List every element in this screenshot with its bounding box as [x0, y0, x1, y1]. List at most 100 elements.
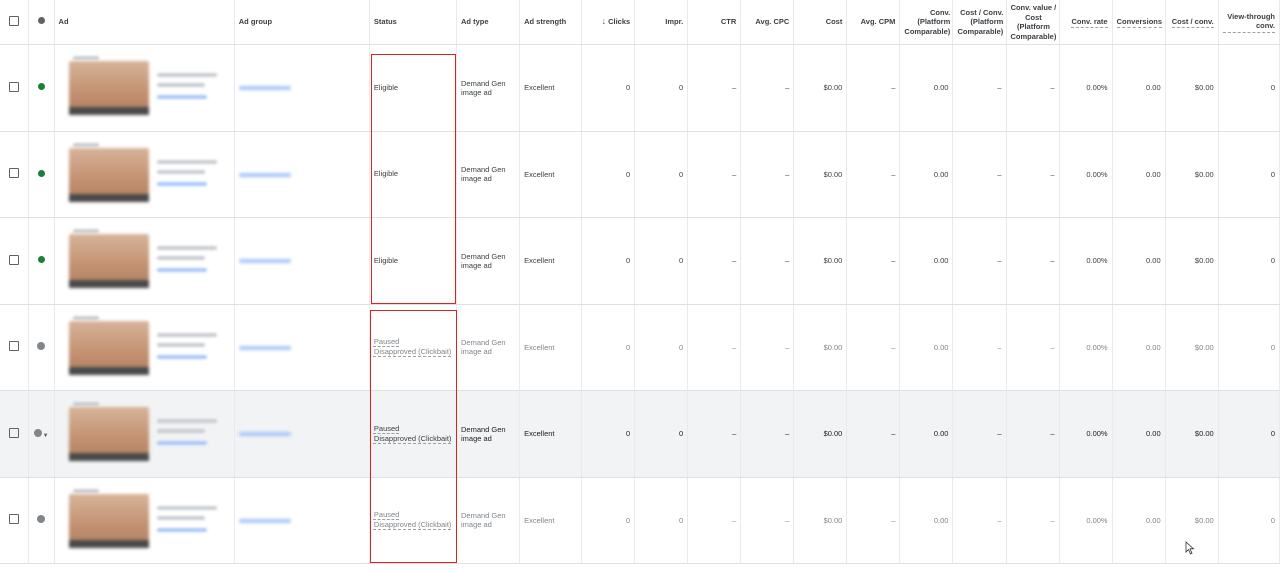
status-reason[interactable]: Disapproved (Clickbait)	[374, 520, 452, 530]
col-header-avg-cpm[interactable]: Avg. CPM	[846, 0, 901, 45]
table-row[interactable]: Eligible Demand Gen image ad Excellent 0 0 –…	[0, 131, 1280, 218]
col-header-avg-cpc[interactable]: Avg. CPC	[740, 0, 795, 45]
status-cell[interactable]: Paused Disapproved (Clickbait)	[369, 390, 458, 478]
blurred-link[interactable]	[156, 181, 207, 186]
ad-preview[interactable]	[59, 218, 230, 303]
ad-group-link[interactable]	[238, 259, 291, 264]
blurred-link[interactable]	[156, 441, 207, 446]
ad-preview-cell[interactable]	[54, 390, 235, 478]
ad-preview-cell[interactable]	[54, 477, 235, 564]
col-header-clicks[interactable]: ↓ Clicks	[581, 0, 636, 45]
status-green-dot-icon[interactable]	[37, 169, 45, 177]
status-cell[interactable]: Eligible	[369, 217, 458, 305]
ad-thumbnail-image[interactable]	[68, 320, 149, 375]
row-checkbox[interactable]	[8, 254, 19, 265]
ad-preview[interactable]	[59, 478, 230, 563]
table-row[interactable]: Paused Disapproved (Clickbait) Demand Ge…	[0, 304, 1280, 391]
ad-preview[interactable]	[59, 45, 230, 130]
ad-group-cell[interactable]	[234, 44, 370, 132]
status-dot-icon[interactable]	[37, 17, 45, 25]
col-header-conversions[interactable]: Conversions	[1112, 0, 1166, 45]
col-header-ad-type[interactable]: Ad type	[456, 0, 521, 45]
row-checkbox-cell[interactable]	[0, 217, 29, 305]
blurred-link[interactable]	[156, 268, 207, 273]
blurred-link[interactable]	[156, 95, 207, 100]
row-status-cell[interactable]	[28, 304, 55, 391]
col-header-conv-rate[interactable]: Conv. rate	[1059, 0, 1113, 45]
table-row[interactable]: ▼ Paused Disapproved (Clickbait) Demand …	[0, 390, 1280, 478]
col-header-ad-group[interactable]: Ad group	[234, 0, 370, 45]
status-cell[interactable]: Eligible	[369, 44, 458, 132]
blurred-link[interactable]	[156, 354, 207, 359]
status-green-dot-icon[interactable]	[37, 83, 45, 91]
row-status-cell[interactable]: ▼	[28, 390, 55, 478]
ad-group-cell[interactable]	[234, 131, 370, 218]
ad-preview-cell[interactable]	[54, 217, 235, 305]
row-status-cell[interactable]	[28, 477, 55, 564]
ad-thumbnail-image[interactable]	[68, 407, 149, 462]
row-checkbox[interactable]	[8, 514, 19, 525]
status-cell[interactable]: Eligible	[369, 131, 458, 218]
ad-thumbnail-image[interactable]	[68, 147, 149, 202]
row-checkbox[interactable]	[8, 168, 19, 179]
ad-group-cell[interactable]	[234, 304, 370, 391]
ad-preview-cell[interactable]	[54, 131, 235, 218]
table-row[interactable]: Eligible Demand Gen image ad Excellent 0 0 –…	[0, 44, 1280, 132]
row-checkbox-cell[interactable]	[0, 477, 29, 564]
status-text[interactable]: Eligible	[374, 83, 452, 93]
table-row[interactable]: Eligible Demand Gen image ad Excellent 0 0 –…	[0, 217, 1280, 305]
row-checkbox[interactable]	[8, 427, 19, 438]
select-all-checkbox-cell[interactable]	[0, 0, 29, 45]
ad-preview-cell[interactable]	[54, 44, 235, 132]
row-status-cell[interactable]	[28, 44, 55, 132]
row-checkbox[interactable]	[8, 81, 19, 92]
col-header-ad[interactable]: Ad	[54, 0, 235, 45]
row-checkbox-cell[interactable]	[0, 131, 29, 218]
ad-group-link[interactable]	[238, 86, 291, 91]
select-all-checkbox[interactable]	[8, 15, 19, 26]
ad-thumbnail-image[interactable]	[68, 61, 149, 116]
ad-preview-cell[interactable]	[54, 304, 235, 391]
row-status-cell[interactable]	[28, 217, 55, 305]
col-header-cost-conv[interactable]: Cost / conv.	[1165, 0, 1219, 45]
status-text[interactable]: Paused	[374, 424, 452, 434]
col-header-cost[interactable]: Cost	[793, 0, 848, 45]
status-cell[interactable]: Paused Disapproved (Clickbait)	[369, 477, 458, 564]
ad-group-link[interactable]	[238, 432, 291, 437]
ad-preview[interactable]	[59, 132, 230, 217]
row-status-cell[interactable]	[28, 131, 55, 218]
row-checkbox-cell[interactable]	[0, 304, 29, 391]
ad-group-link[interactable]	[238, 172, 291, 177]
status-paused-dot-icon[interactable]	[37, 515, 46, 524]
ad-group-cell[interactable]	[234, 390, 370, 478]
status-cell[interactable]: Paused Disapproved (Clickbait)	[369, 304, 458, 391]
ad-group-link[interactable]	[238, 345, 291, 350]
status-paused-dot-icon[interactable]	[33, 428, 42, 437]
ad-preview[interactable]	[59, 305, 230, 390]
col-header-view-through-conv[interactable]: View-through conv.	[1218, 0, 1280, 45]
row-checkbox-cell[interactable]	[0, 390, 29, 478]
ad-thumbnail-image[interactable]	[68, 493, 149, 548]
ad-group-link[interactable]	[238, 518, 291, 523]
status-green-dot-icon[interactable]	[37, 256, 45, 264]
status-text[interactable]: Paused	[374, 510, 452, 520]
status-text[interactable]: Eligible	[374, 169, 452, 179]
col-header-impr[interactable]: Impr.	[634, 0, 689, 45]
col-header-ctr[interactable]: CTR	[687, 0, 742, 45]
table-row[interactable]: Paused Disapproved (Clickbait) Demand Ge…	[0, 477, 1280, 564]
col-header-cost-conv-platform[interactable]: Cost / Conv. (Platform Comparable)	[952, 0, 1007, 45]
row-checkbox-cell[interactable]	[0, 44, 29, 132]
status-text[interactable]: Paused	[374, 337, 452, 347]
status-reason[interactable]: Disapproved (Clickbait)	[374, 434, 452, 444]
col-header-status[interactable]: Status	[369, 0, 458, 45]
ad-preview[interactable]	[59, 391, 230, 476]
ad-group-cell[interactable]	[234, 217, 370, 305]
status-text[interactable]: Eligible	[374, 256, 452, 266]
col-header-ad-strength[interactable]: Ad strength	[519, 0, 583, 45]
chevron-down-icon[interactable]: ▼	[43, 433, 49, 439]
row-checkbox[interactable]	[8, 341, 19, 352]
status-filter-cell[interactable]	[28, 0, 55, 45]
status-paused-dot-icon[interactable]	[37, 342, 46, 351]
blurred-link[interactable]	[156, 527, 207, 532]
ad-thumbnail-image[interactable]	[68, 234, 149, 289]
